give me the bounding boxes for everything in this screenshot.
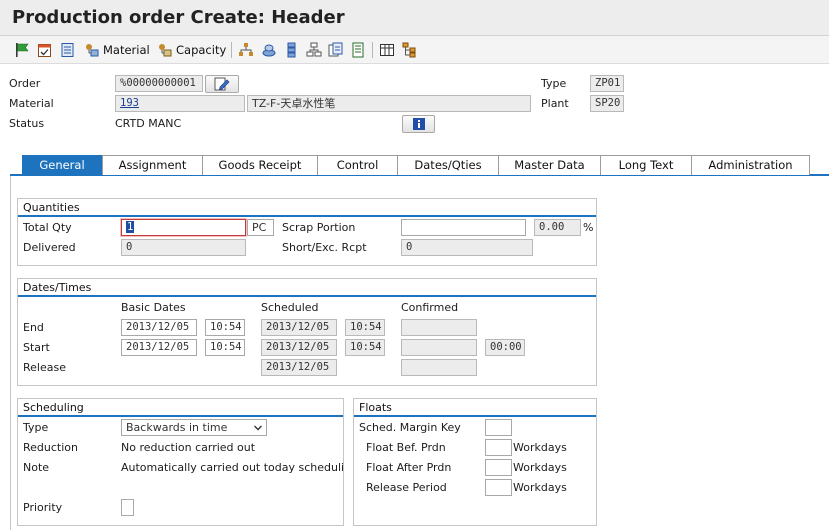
short-exc-rcpt-label: Short/Exc. Rcpt xyxy=(282,241,367,254)
plant-label: Plant xyxy=(541,97,569,110)
float-after-production-input[interactable] xyxy=(485,459,512,476)
chevron-down-icon xyxy=(253,420,263,435)
material-button-label: Material xyxy=(103,43,150,57)
operations-icon[interactable] xyxy=(284,41,300,59)
capacity-button[interactable]: Capacity xyxy=(157,41,226,59)
scheduling-title: Scheduling xyxy=(23,401,84,414)
end-scheduled-time: 10:54 xyxy=(345,319,385,336)
start-label: Start xyxy=(23,341,50,354)
pencil-icon xyxy=(214,77,230,91)
float-before-production-label: Float Bef. Prdn xyxy=(366,441,446,454)
start-basic-time-input[interactable]: 10:54 xyxy=(205,339,245,356)
list-icon[interactable] xyxy=(60,41,76,59)
tab-general[interactable]: General xyxy=(22,155,102,175)
material-field[interactable]: 193 xyxy=(115,95,245,112)
total-qty-input[interactable]: 1 xyxy=(121,219,246,236)
end-scheduled-date: 2013/12/05 xyxy=(261,319,337,336)
release-period-input[interactable] xyxy=(485,479,512,496)
capacity-icon xyxy=(159,44,172,57)
type-label: Type xyxy=(541,77,567,90)
float-before-unit: Workdays xyxy=(513,441,567,454)
sched-margin-key-label: Sched. Margin Key xyxy=(359,421,461,434)
start-confirmed-date xyxy=(401,339,477,356)
start-scheduled-time: 10:54 xyxy=(345,339,385,356)
application-toolbar: Material Capacity xyxy=(0,36,829,64)
unit-field[interactable]: PC xyxy=(247,219,274,236)
scrap-percent-field: 0.00 xyxy=(534,219,581,236)
status-info-button[interactable] xyxy=(402,115,435,133)
dates-times-title: Dates/Times xyxy=(23,281,92,294)
delivered-label: Delivered xyxy=(23,241,76,254)
end-basic-time-input[interactable]: 10:54 xyxy=(205,319,245,336)
material-label: Material xyxy=(9,97,54,110)
text-document-icon[interactable] xyxy=(350,41,366,59)
quantities-title: Quantities xyxy=(23,201,80,214)
status-label: Status xyxy=(9,117,45,130)
float-after-production-label: Float After Prdn xyxy=(366,461,452,474)
scheduling-type-select[interactable]: Backwards in time xyxy=(121,419,267,436)
tab-assignment[interactable]: Assignment xyxy=(102,155,203,175)
documents-icon[interactable] xyxy=(328,41,344,59)
tab-dates-qties[interactable]: Dates/Qties xyxy=(397,155,499,175)
scheduled-header: Scheduled xyxy=(261,301,319,314)
basic-dates-header: Basic Dates xyxy=(121,301,186,314)
material-description-field: TZ-F-天卓水性笔 xyxy=(247,95,531,112)
network-icon[interactable] xyxy=(306,41,322,59)
float-before-production-input[interactable] xyxy=(485,439,512,456)
hierarchy-icon[interactable] xyxy=(238,41,254,59)
total-qty-label: Total Qty xyxy=(23,221,72,234)
reduction-value: No reduction carried out xyxy=(121,441,256,454)
material-number-link[interactable]: 193 xyxy=(120,97,139,109)
release-label: Release xyxy=(23,361,66,374)
reduction-label: Reduction xyxy=(23,441,78,454)
sched-margin-key-input[interactable] xyxy=(485,419,512,436)
tab-administration[interactable]: Administration xyxy=(691,155,810,175)
scrap-portion-input[interactable] xyxy=(401,219,526,236)
short-exc-rcpt-field: 0 xyxy=(401,239,533,256)
tab-master-data[interactable]: Master Data xyxy=(498,155,601,175)
scheduling-type-label: Type xyxy=(23,421,49,434)
release-confirmed-date xyxy=(401,359,477,376)
material-icon xyxy=(86,44,99,57)
release-period-label: Release Period xyxy=(366,481,447,494)
plant-field: SP20 xyxy=(590,95,624,112)
info-icon xyxy=(412,118,425,130)
order-field[interactable]: %00000000001 xyxy=(115,75,203,92)
release-period-unit: Workdays xyxy=(513,481,567,494)
structure-icon[interactable] xyxy=(401,41,417,59)
start-basic-date-input[interactable]: 2013/12/05 xyxy=(121,339,197,356)
title-bar: Production order Create: Header xyxy=(0,0,829,36)
material-button[interactable]: Material xyxy=(84,41,150,59)
percent-sign: % xyxy=(583,221,594,234)
release-scheduled-date: 2013/12/05 xyxy=(261,359,337,376)
status-value: CRTD MANC xyxy=(115,117,182,130)
end-confirmed-date xyxy=(401,319,477,336)
end-label: End xyxy=(23,321,44,334)
float-after-unit: Workdays xyxy=(513,461,567,474)
capacity-button-label: Capacity xyxy=(176,43,227,57)
order-type-field: ZP01 xyxy=(590,75,624,92)
window-title: Production order Create: Header xyxy=(12,7,345,28)
confirmed-header: Confirmed xyxy=(401,301,459,314)
order-label: Order xyxy=(9,77,41,90)
priority-input[interactable] xyxy=(121,499,134,516)
edit-order-button[interactable] xyxy=(205,75,239,93)
scheduling-type-value: Backwards in time xyxy=(126,421,228,434)
note-label: Note xyxy=(23,461,50,474)
priority-label: Priority xyxy=(23,501,63,514)
scrap-portion-label: Scrap Portion xyxy=(282,221,356,234)
note-value: Automatically carried out today scheduli… xyxy=(121,461,343,474)
flag-icon[interactable] xyxy=(14,41,30,59)
table-icon[interactable] xyxy=(379,41,395,59)
floats-title: Floats xyxy=(359,401,392,414)
calendar-check-icon[interactable] xyxy=(37,41,53,59)
delivered-field: 0 xyxy=(121,239,246,256)
start-confirmed-time: 00:00 xyxy=(485,339,525,356)
tab-goods-receipt[interactable]: Goods Receipt xyxy=(202,155,318,175)
tab-long-text[interactable]: Long Text xyxy=(600,155,692,175)
end-basic-date-input[interactable]: 2013/12/05 xyxy=(121,319,197,336)
start-scheduled-date: 2013/12/05 xyxy=(261,339,337,356)
component-icon[interactable] xyxy=(261,41,277,59)
tab-control[interactable]: Control xyxy=(317,155,398,175)
